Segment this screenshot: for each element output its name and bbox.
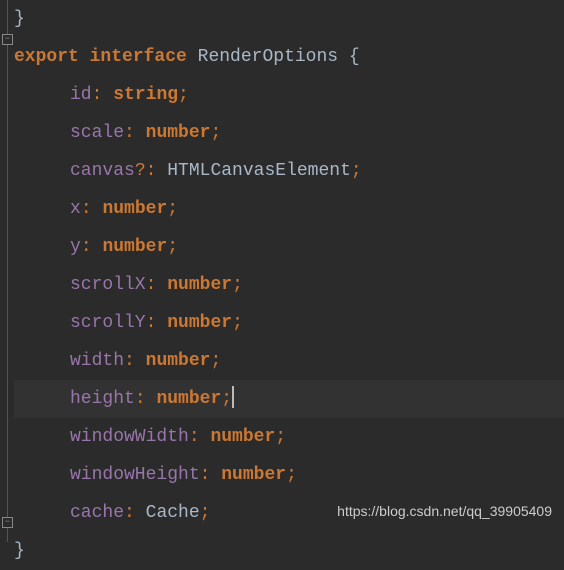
colon-token: : xyxy=(146,313,157,333)
prop-type: string xyxy=(113,85,178,105)
fold-marker-icon[interactable]: − xyxy=(2,34,13,45)
semicolon-token: ; xyxy=(286,465,297,485)
semicolon-token: ; xyxy=(200,503,211,523)
code-line: scrollY: number; xyxy=(14,304,564,342)
prop-name: scale xyxy=(70,123,124,143)
watermark-text: https://blog.csdn.net/qq_39905409 xyxy=(337,492,552,530)
code-line: windowWidth: number; xyxy=(14,418,564,456)
gutter: − − xyxy=(0,0,12,542)
colon-token: : xyxy=(135,389,146,409)
code-line-active: height: number; xyxy=(14,380,564,418)
code-line: scrollX: number; xyxy=(14,266,564,304)
prop-type: number xyxy=(167,313,232,333)
prop-name: scrollY xyxy=(70,313,146,333)
code-line: x: number; xyxy=(14,190,564,228)
prop-type: number xyxy=(102,199,167,219)
open-brace: { xyxy=(349,47,360,67)
prop-name: id xyxy=(70,85,92,105)
keyword-interface: interface xyxy=(90,47,187,67)
code-line: y: number; xyxy=(14,228,564,266)
prop-name: cache xyxy=(70,503,124,523)
semicolon-token: ; xyxy=(210,351,221,371)
semicolon-token: ; xyxy=(232,275,243,295)
prop-type: number xyxy=(146,351,211,371)
prop-type: number xyxy=(210,427,275,447)
colon-token: : xyxy=(189,427,200,447)
closing-brace-prev: } xyxy=(14,9,25,29)
colon-token: : xyxy=(92,85,103,105)
prop-type: number xyxy=(102,237,167,257)
prop-type: number xyxy=(156,389,221,409)
prop-type: number xyxy=(146,123,211,143)
close-brace: } xyxy=(14,541,25,561)
code-line: export interface RenderOptions { xyxy=(14,38,564,76)
code-line: } xyxy=(14,0,564,38)
prop-name: height xyxy=(70,389,135,409)
semicolon-token: ; xyxy=(167,237,178,257)
semicolon-token: ; xyxy=(275,427,286,447)
prop-name: x xyxy=(70,199,81,219)
code-line: id: string; xyxy=(14,76,564,114)
prop-name: width xyxy=(70,351,124,371)
semicolon-token: ; xyxy=(232,313,243,333)
prop-name: canvas xyxy=(70,161,135,181)
prop-name: scrollX xyxy=(70,275,146,295)
code-line: } xyxy=(14,532,564,570)
colon-token: : xyxy=(146,161,157,181)
semicolon-token: ; xyxy=(210,123,221,143)
semicolon-token: ; xyxy=(351,161,362,181)
colon-token: : xyxy=(200,465,211,485)
prop-name: windowHeight xyxy=(70,465,200,485)
code-line: windowHeight: number; xyxy=(14,456,564,494)
optional-token: ? xyxy=(135,161,146,181)
fold-guide-line xyxy=(7,0,8,542)
colon-token: : xyxy=(81,237,92,257)
semicolon-token: ; xyxy=(221,389,232,409)
fold-marker-icon[interactable]: − xyxy=(2,517,13,528)
interface-name: RenderOptions xyxy=(198,47,338,67)
code-line: width: number; xyxy=(14,342,564,380)
colon-token: : xyxy=(124,503,135,523)
semicolon-token: ; xyxy=(178,85,189,105)
code-line: scale: number; xyxy=(14,114,564,152)
colon-token: : xyxy=(81,199,92,219)
prop-type: number xyxy=(167,275,232,295)
code-line: canvas?: HTMLCanvasElement; xyxy=(14,152,564,190)
semicolon-token: ; xyxy=(167,199,178,219)
keyword-export: export xyxy=(14,47,79,67)
text-caret xyxy=(232,386,234,408)
code-editor[interactable]: } export interface RenderOptions { id: s… xyxy=(0,0,564,570)
colon-token: : xyxy=(124,123,135,143)
prop-type: Cache xyxy=(146,503,200,523)
prop-type: number xyxy=(221,465,286,485)
prop-name: y xyxy=(70,237,81,257)
prop-type: HTMLCanvasElement xyxy=(167,161,351,181)
prop-name: windowWidth xyxy=(70,427,189,447)
colon-token: : xyxy=(146,275,157,295)
colon-token: : xyxy=(124,351,135,371)
